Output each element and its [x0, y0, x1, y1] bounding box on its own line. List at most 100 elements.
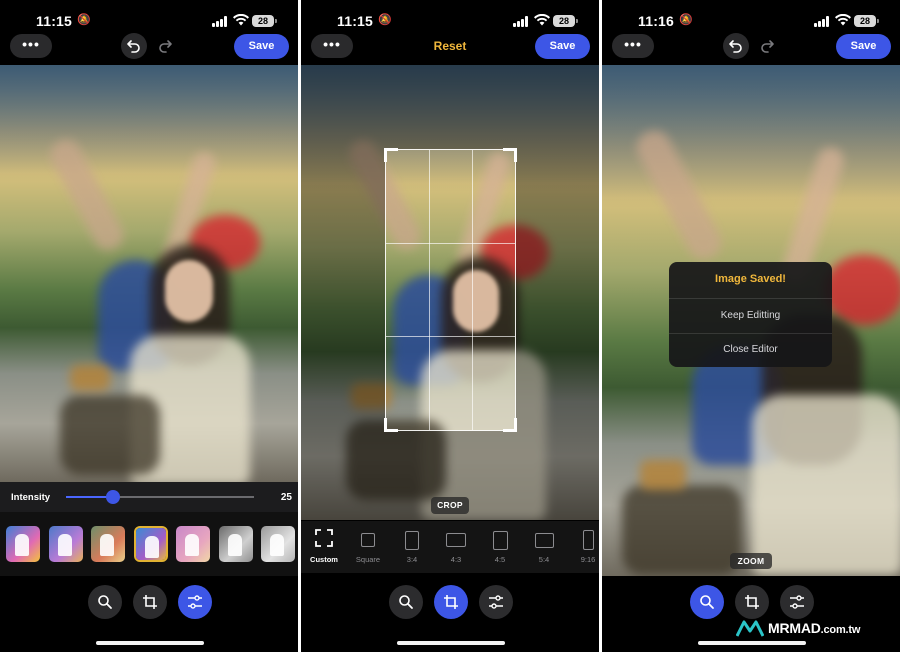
crop-tool-button[interactable]	[133, 585, 167, 619]
filter-thumbnail[interactable]	[91, 526, 125, 562]
aspect-ratio-option[interactable]: 4:3	[436, 529, 476, 564]
editor-filter-screen: 11:15 🔕 28 ••• Save Intensity 25	[0, 0, 298, 652]
zoom-tool-button[interactable]	[690, 585, 724, 619]
undo-icon	[729, 40, 742, 53]
aspect-ratio-label: 3:4	[406, 555, 418, 564]
photo-canvas[interactable]	[0, 65, 298, 482]
crop-dim-left	[301, 65, 385, 520]
crop-frame[interactable]	[384, 148, 517, 432]
aspect-ratio-option[interactable]: 9:16	[568, 529, 599, 564]
adjust-sliders-icon	[790, 595, 804, 609]
keep-editing-button[interactable]: Keep Editting	[669, 310, 832, 321]
crop-handle-bottom-left[interactable]	[384, 418, 398, 432]
aspect-ratio-option[interactable]: Custom	[304, 528, 344, 564]
aspect-ratio-option[interactable]: 3:4	[392, 529, 432, 564]
aspect-ratio-label: Custom	[310, 555, 338, 564]
crop-handle-bottom-right[interactable]	[503, 418, 517, 432]
watermark-suffix: .com.tw	[820, 624, 861, 636]
watermark-brand: MRMAD	[768, 620, 821, 636]
crop-handle-top-left[interactable]	[384, 148, 398, 162]
status-bar: 11:16 🔕 28	[602, 0, 900, 36]
boot	[70, 365, 110, 391]
filter-thumbnail[interactable]	[48, 526, 83, 562]
filter-thumbnail[interactable]	[6, 526, 40, 562]
white-shirt	[752, 395, 900, 575]
aspect-ratio-shape-icon	[361, 533, 375, 547]
crop-mode-label: CROP	[431, 497, 469, 514]
cellular-signal-icon	[814, 16, 832, 27]
intensity-slider-thumb[interactable]	[106, 490, 120, 504]
photo-canvas[interactable]: CROP	[301, 65, 599, 520]
dialog-divider	[669, 298, 832, 299]
redo-icon	[761, 40, 774, 53]
more-options-button[interactable]: •••	[10, 34, 52, 58]
status-time: 11:15	[337, 13, 374, 29]
bell-muted-icon: 🔕	[679, 14, 693, 26]
save-button[interactable]: Save	[535, 34, 590, 59]
crop-icon	[444, 595, 458, 609]
filter-preview-figure	[227, 534, 242, 556]
crop-gridline	[428, 150, 430, 430]
redo-icon	[159, 40, 172, 53]
zoom-tool-button[interactable]	[389, 585, 423, 619]
filter-thumbnail[interactable]	[176, 526, 210, 562]
crop-icon	[745, 595, 759, 609]
sky-shading	[0, 65, 298, 182]
bottom-toolbar	[602, 576, 900, 652]
status-time: 11:15	[36, 13, 73, 29]
crop-dim-right	[516, 65, 599, 520]
filter-preview-figure	[100, 534, 114, 556]
status-time: 11:16	[638, 13, 675, 29]
adjust-tool-button[interactable]	[178, 585, 212, 619]
filter-strip	[0, 512, 298, 576]
filter-thumbnail[interactable]	[261, 526, 295, 562]
image-saved-dialog: Image Saved! Keep Editting Close Editor	[669, 262, 832, 367]
save-button[interactable]: Save	[836, 34, 891, 59]
aspect-ratio-label: 9:16	[580, 555, 596, 564]
aspect-ratio-shape-icon	[405, 530, 419, 550]
zoom-mode-label: ZOOM	[730, 553, 772, 569]
close-editor-button[interactable]: Close Editor	[669, 344, 832, 355]
boot	[640, 460, 686, 490]
more-options-button[interactable]: •••	[311, 34, 353, 58]
home-indicator	[96, 641, 204, 645]
editor-saved-screen: 11:16 🔕 28 ••• Save ZOOM Image Saved! Ke…	[602, 0, 900, 652]
aspect-ratio-shape-icon	[492, 530, 508, 550]
undo-button[interactable]	[723, 33, 749, 59]
adjust-sliders-icon	[489, 595, 503, 609]
undo-button[interactable]	[121, 33, 147, 59]
dialog-divider	[669, 333, 832, 334]
intensity-label: Intensity	[11, 492, 51, 503]
reset-button[interactable]: Reset	[429, 39, 471, 53]
adjust-tool-button[interactable]	[479, 585, 513, 619]
magnifier-icon	[98, 595, 112, 609]
crop-handle-top-right[interactable]	[503, 148, 517, 162]
aspect-ratio-option[interactable]: Square	[348, 529, 388, 564]
aspect-ratio-bar: Custom Square 3:4 4:3 4:5 5:4 9:16	[301, 521, 599, 573]
cellular-signal-icon	[212, 16, 230, 27]
magnifier-icon	[399, 595, 413, 609]
adjust-sliders-icon	[188, 595, 202, 609]
redo-button[interactable]	[757, 35, 779, 57]
filter-thumbnail[interactable]	[133, 526, 168, 562]
zoom-tool-button[interactable]	[88, 585, 122, 619]
filter-thumbnail[interactable]	[218, 526, 253, 562]
intensity-control: Intensity 25	[0, 482, 298, 512]
crop-tool-button[interactable]	[735, 585, 769, 619]
battery-indicator: 28	[854, 15, 879, 27]
aspect-ratio-option[interactable]: 5:4	[524, 529, 564, 564]
status-bar: 11:15 🔕 28	[301, 0, 599, 36]
crop-tool-button[interactable]	[434, 585, 468, 619]
status-bar: 11:15 🔕 28	[0, 0, 298, 36]
aspect-ratio-label: 5:4	[538, 555, 550, 564]
aspect-ratio-option[interactable]: 4:5	[480, 529, 520, 564]
bell-muted-icon: 🔕	[77, 14, 91, 26]
wifi-icon	[835, 14, 851, 26]
redo-button[interactable]	[155, 35, 177, 57]
aspect-ratio-shape-icon	[534, 532, 554, 548]
more-options-button[interactable]: •••	[612, 34, 654, 58]
custom-crop-icon	[315, 528, 333, 552]
adjust-tool-button[interactable]	[780, 585, 814, 619]
save-button[interactable]: Save	[234, 34, 289, 59]
face	[165, 260, 213, 322]
